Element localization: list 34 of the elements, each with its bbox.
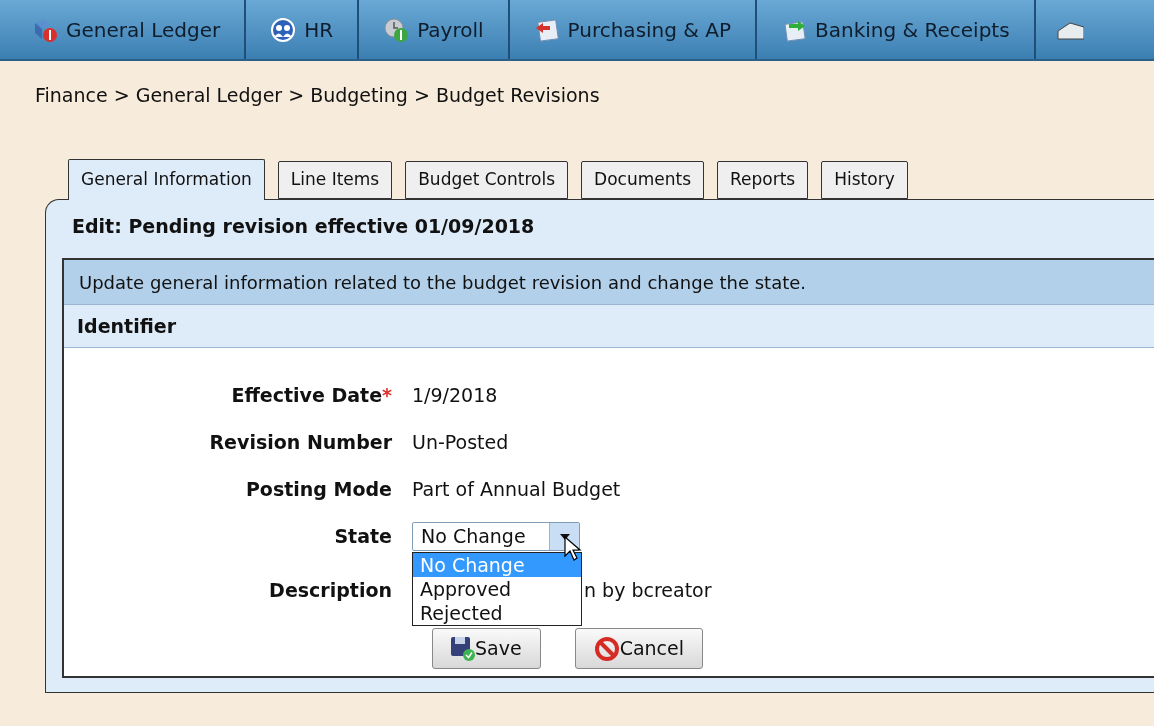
module-tab[interactable]: HR [246, 0, 360, 59]
tab[interactable]: Reports [717, 161, 809, 199]
no-entry-icon [593, 635, 620, 662]
dropdown-option[interactable]: Rejected [413, 601, 581, 625]
field-value: 1/9/2018 [412, 383, 498, 409]
module-tab[interactable]: Purchasing & AP [509, 0, 758, 59]
breadcrumb: Finance > General Ledger > Budgeting > Budget Revisions [35, 83, 601, 107]
state-dropdown[interactable]: No Change [412, 522, 580, 551]
module-tab[interactable]: Banking & Receipts [757, 0, 1036, 59]
field-label: Effective Date [231, 384, 383, 407]
tab[interactable]: Documents [581, 161, 704, 199]
section-header: Identifier [64, 304, 1154, 348]
panel-title: Edit: Pending revision effective 01/09/2018 [72, 214, 536, 239]
field-value: n by bcreator [584, 578, 712, 604]
save-icon [451, 636, 475, 661]
field-value: Part of Annual Budget [412, 477, 621, 503]
people-icon [270, 16, 297, 43]
tab[interactable]: Budget Controls [405, 161, 569, 199]
field-label: State [334, 525, 392, 548]
clock-coin-icon [383, 16, 410, 43]
tab[interactable]: History [821, 161, 908, 199]
tab[interactable]: Line Items [277, 161, 393, 199]
instructions: Update general information related to the budget revision and change the state. [64, 260, 1154, 304]
save-button[interactable]: Save [432, 628, 541, 669]
cancel-button[interactable]: Cancel [574, 628, 703, 669]
module-tab[interactable]: Payroll [359, 0, 510, 59]
required-mark: * [382, 384, 392, 407]
dropdown-option[interactable]: Approved [413, 577, 581, 601]
module-tab[interactable]: General Ledger [8, 0, 247, 59]
field-label: Revision Number [209, 431, 392, 454]
field-value: Un-Posted [412, 430, 509, 456]
tab[interactable]: General Information [68, 159, 265, 200]
field-label: Posting Mode [245, 478, 392, 501]
field-label: Description [269, 579, 392, 602]
